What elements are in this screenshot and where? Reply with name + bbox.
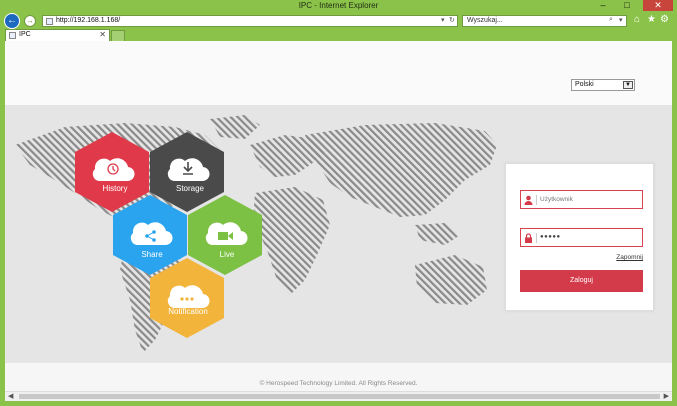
live-tile[interactable] xyxy=(188,195,262,275)
username-field[interactable]: Użytkownik xyxy=(520,190,643,209)
forward-button[interactable]: → xyxy=(24,15,36,27)
navigation-bar: ← → http://192.168.1.168/ ▾ ↻ Wyszukaj..… xyxy=(0,12,677,29)
address-dropdown-icon[interactable]: ▾ xyxy=(441,16,445,24)
back-button[interactable]: ← xyxy=(4,13,20,29)
password-input[interactable]: ●●●●● xyxy=(540,234,561,240)
user-icon xyxy=(524,195,533,205)
maximize-button[interactable]: □ xyxy=(616,0,638,11)
search-box[interactable]: Wyszukaj... ⌕ ▾ xyxy=(462,15,627,27)
login-panel: Użytkownik ●●●●● Zapomnij Zaloguj xyxy=(505,163,654,311)
page-header xyxy=(5,41,672,105)
notification-tile[interactable] xyxy=(150,258,224,338)
history-tile[interactable] xyxy=(75,132,149,212)
footer-copyright: © Herospeed Technology Limited. All Righ… xyxy=(259,380,418,387)
share-tile[interactable] xyxy=(113,195,187,275)
lock-icon xyxy=(525,233,532,243)
history-label[interactable]: History xyxy=(80,184,150,193)
address-bar[interactable]: http://192.168.1.168/ ▾ ↻ xyxy=(42,15,458,27)
search-input[interactable]: Wyszukaj... xyxy=(467,17,503,24)
tab-bar: IPC ✕ xyxy=(0,29,677,41)
share-label[interactable]: Share xyxy=(117,250,187,259)
new-tab-button[interactable] xyxy=(111,30,125,41)
storage-tile[interactable] xyxy=(150,132,224,212)
tab-page-icon xyxy=(9,32,16,39)
password-divider xyxy=(536,233,537,243)
search-dropdown-icon[interactable]: ▾ xyxy=(619,16,623,24)
notification-label[interactable]: Notification xyxy=(153,307,223,316)
tab-ipc[interactable]: IPC ✕ xyxy=(5,29,110,41)
scroll-right-icon[interactable]: ▶ xyxy=(664,392,669,400)
language-value[interactable]: Polski xyxy=(575,81,594,88)
login-button[interactable]: Zaloguj xyxy=(520,270,643,292)
password-field[interactable]: ●●●●● xyxy=(520,228,643,247)
language-dropdown-icon[interactable]: ▼ xyxy=(623,81,633,89)
scroll-left-icon[interactable]: ◀ xyxy=(8,392,13,400)
address-url[interactable]: http://192.168.1.168/ xyxy=(56,17,120,24)
tab-close-icon[interactable]: ✕ xyxy=(99,30,106,39)
page-viewport: Polski ▼ History Storage Share Live Noti… xyxy=(5,41,672,391)
title-bar: IPC - Internet Explorer – □ ✕ xyxy=(0,0,677,12)
username-input[interactable]: Użytkownik xyxy=(540,196,573,203)
scrollbar-thumb[interactable] xyxy=(19,394,660,399)
close-button[interactable]: ✕ xyxy=(643,0,673,11)
language-select[interactable]: Polski ▼ xyxy=(571,79,635,91)
tab-label: IPC xyxy=(19,31,31,38)
username-divider xyxy=(536,195,537,205)
page-icon xyxy=(46,18,53,25)
refresh-icon[interactable]: ↻ xyxy=(449,16,455,24)
horizontal-scrollbar[interactable]: ◀ ▶ xyxy=(5,391,672,401)
favorites-icon[interactable]: ★ xyxy=(647,14,656,25)
settings-gear-icon[interactable]: ⚙ xyxy=(660,14,669,25)
minimize-button[interactable]: – xyxy=(592,0,614,11)
live-label[interactable]: Live xyxy=(192,250,262,259)
search-icon[interactable]: ⌕ xyxy=(609,16,613,24)
storage-label[interactable]: Storage xyxy=(155,184,225,193)
home-icon[interactable]: ⌂ xyxy=(634,14,640,25)
forgot-password-link[interactable]: Zapomnij xyxy=(616,254,643,261)
window-title: IPC - Internet Explorer xyxy=(298,1,379,10)
